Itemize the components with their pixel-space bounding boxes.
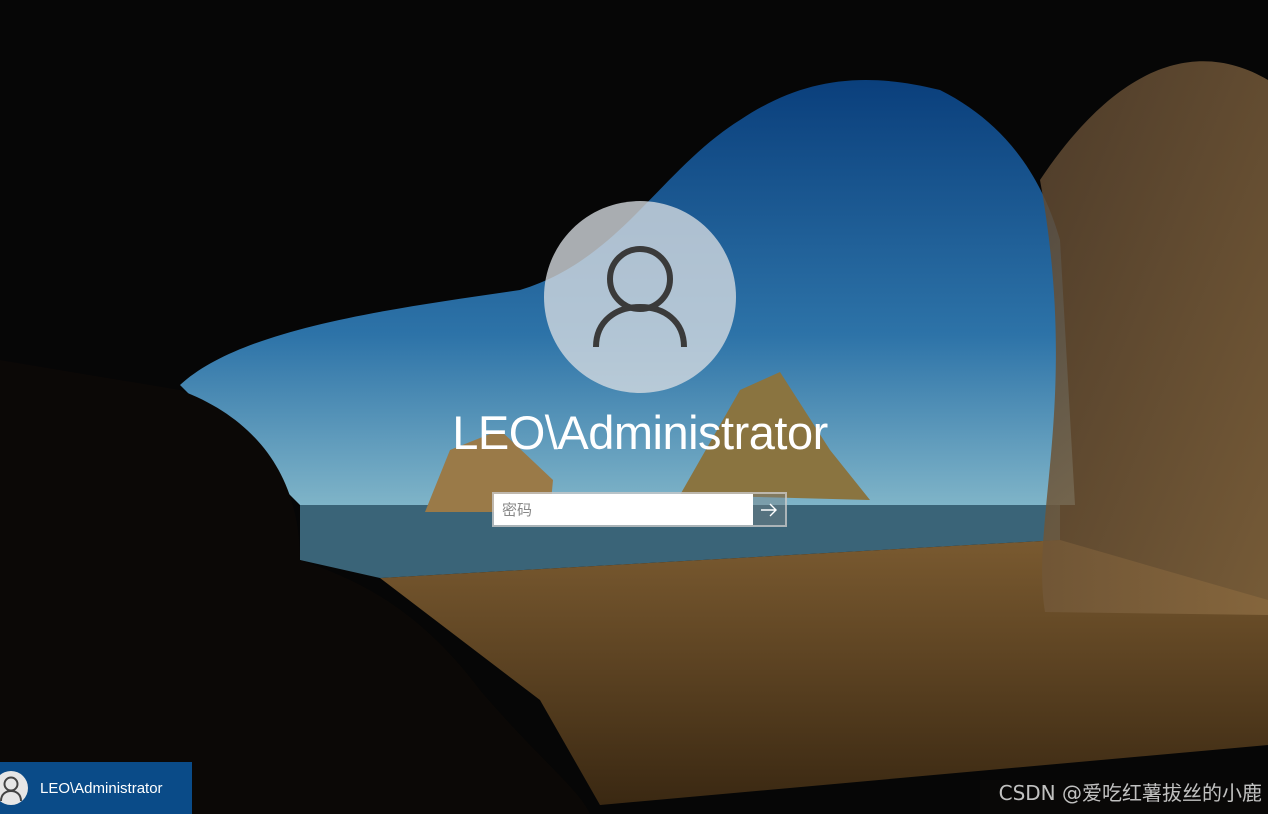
watermark: CSDN @爱吃红薯拔丝的小鹿 <box>998 781 1262 805</box>
username-heading: LEO\Administrator <box>452 406 828 459</box>
submit-button[interactable] <box>753 494 785 525</box>
user-tile-avatar <box>0 771 28 805</box>
user-icon <box>593 246 687 348</box>
user-tile-label: LEO\Administrator <box>40 779 163 797</box>
user-tile[interactable]: LEO\Administrator <box>0 762 192 814</box>
password-box <box>492 492 787 527</box>
arrow-right-icon <box>761 503 777 516</box>
user-icon <box>0 776 22 802</box>
password-input[interactable] <box>494 494 753 525</box>
user-avatar <box>544 201 736 393</box>
